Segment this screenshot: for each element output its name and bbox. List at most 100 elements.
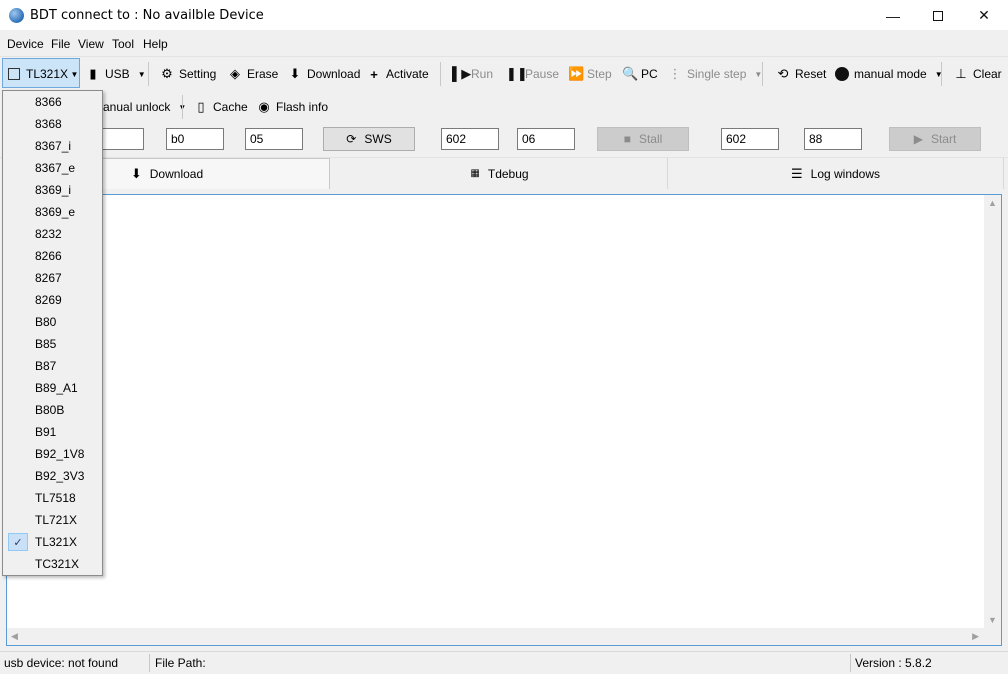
broom-icon: ⊥ — [955, 66, 967, 81]
unlock-select[interactable]: anual unlock ▼ — [103, 91, 186, 123]
pause-icon: ❚❚ — [506, 66, 528, 81]
start-button[interactable]: ▶ Start — [889, 127, 981, 151]
vertical-scrollbar[interactable]: ▲ ▼ — [984, 195, 1001, 628]
menu-view[interactable]: View — [78, 37, 104, 51]
memory-card-icon: ▯ — [197, 99, 205, 114]
dropdown-item[interactable]: 8266 — [4, 245, 102, 267]
field-602-b[interactable]: 602 — [721, 128, 779, 150]
debug-icon: ▦ — [470, 168, 480, 179]
dropdown-item[interactable]: 8366 — [4, 91, 102, 113]
dropdown-item-label: TL321X — [35, 535, 78, 549]
usb-status: usb device: not found — [4, 656, 119, 670]
usb-drive-icon: ▮ — [89, 66, 97, 81]
dropdown-item[interactable]: ✓ TL321X — [4, 531, 102, 553]
maximize-icon[interactable] — [915, 0, 961, 31]
horizontal-scrollbar[interactable]: ◀ ▶ — [7, 628, 1001, 645]
flash-info-button[interactable]: ◉ Flash info — [257, 91, 328, 123]
dropdown-item[interactable]: B87 — [4, 355, 102, 377]
dropdown-item[interactable]: B89_A1 — [4, 377, 102, 399]
dropdown-item[interactable]: 8269 — [4, 289, 102, 311]
checkmark-icon: ✓ — [8, 533, 28, 551]
download-icon: ⬇ — [130, 166, 142, 181]
field-602-a[interactable]: 602 — [441, 128, 499, 150]
device-dropdown-menu: 8366 8368 8367_i 8367_e 8369_i 8369_e 8232 8266… — [2, 90, 103, 576]
step-icon: ⏩ — [568, 66, 585, 81]
tab-tdebug[interactable]: ▦ Tdebug — [332, 158, 668, 189]
tab-log-windows[interactable]: ☰ Log windows — [668, 158, 1004, 189]
secondary-toolbar: anual unlock ▼ ▯ Cache ◉ Flash info — [0, 91, 1008, 123]
sws-button[interactable]: ⟳ SWS — [323, 127, 415, 151]
menu-bar: Device File View Tool Help — [0, 31, 1008, 55]
menu-file[interactable]: File — [51, 37, 70, 51]
mode-icon — [835, 67, 849, 81]
status-separator — [149, 654, 150, 672]
dropdown-item-label: 8232 — [35, 227, 62, 241]
dropdown-item-label: B91 — [35, 425, 57, 439]
scroll-left-icon[interactable]: ◀ — [11, 631, 18, 642]
activate-button[interactable]: + Activate — [367, 57, 428, 91]
field-05[interactable]: 05 — [245, 128, 303, 150]
menu-tool[interactable]: Tool — [112, 37, 134, 51]
dropdown-item[interactable]: 8368 — [4, 113, 102, 135]
menu-help[interactable]: Help — [143, 37, 168, 51]
status-separator — [850, 654, 851, 672]
interface-select[interactable]: ▮ USB ▼ — [86, 57, 146, 91]
dropdown-item[interactable]: B80 — [4, 311, 102, 333]
pc-button[interactable]: 🔍 PC — [622, 57, 658, 91]
dropdown-item[interactable]: 8367_i — [4, 135, 102, 157]
output-area[interactable]: ▲ ▼ ◀ ▶ — [6, 194, 1002, 646]
download-button[interactable]: ⬇ Download — [288, 57, 361, 91]
dropdown-item[interactable]: 8232 — [4, 223, 102, 245]
dropdown-item[interactable]: 8369_e — [4, 201, 102, 223]
chip-icon — [8, 68, 20, 80]
field-88[interactable]: 88 — [804, 128, 862, 150]
dropdown-item-label: TL721X — [35, 513, 78, 527]
toolbar-separator — [762, 62, 763, 86]
plus-icon: + — [370, 66, 378, 82]
dropdown-item[interactable]: TL7518 — [4, 487, 102, 509]
scroll-up-icon[interactable]: ▲ — [988, 198, 997, 208]
list-icon: ☰ — [790, 165, 803, 181]
dropdown-item-label: 8366 — [35, 95, 62, 109]
dropdown-item-label: 8368 — [35, 117, 62, 131]
dropdown-item[interactable]: B80B — [4, 399, 102, 421]
erase-button[interactable]: ◈ Erase — [228, 57, 278, 91]
status-bar: usb device: not found File Path: Version… — [0, 651, 1008, 674]
dropdown-item-label: 8367_e — [35, 161, 76, 175]
dropdown-item[interactable]: 8367_e — [4, 157, 102, 179]
field-b0[interactable]: b0 — [166, 128, 224, 150]
single-step-button[interactable]: ⋮ Single step ▼ — [668, 57, 763, 91]
toolbar-separator — [182, 95, 183, 119]
stall-button[interactable]: ■ Stall — [597, 127, 689, 151]
dropdown-item[interactable]: TC321X — [4, 553, 102, 575]
setting-button[interactable]: ⚙ Setting — [160, 57, 216, 91]
close-icon[interactable]: ✕ — [961, 0, 1007, 31]
dropdown-item[interactable]: TL721X — [4, 509, 102, 531]
window-title: BDT connect to : No availble Device — [30, 8, 264, 23]
dropdown-item[interactable]: B85 — [4, 333, 102, 355]
dropdown-item[interactable]: B92_3V3 — [4, 465, 102, 487]
dropdown-item[interactable]: 8267 — [4, 267, 102, 289]
run-button[interactable]: ▌▶ Run — [452, 57, 493, 91]
pause-button[interactable]: ❚❚ Pause — [506, 57, 559, 91]
minimize-icon[interactable]: — — [870, 0, 916, 31]
dropdown-item[interactable]: B92_1V8 — [4, 443, 102, 465]
dropdown-item[interactable]: B91 — [4, 421, 102, 443]
dropdown-item-label: 8266 — [35, 249, 62, 263]
chevron-down-icon: ▼ — [137, 69, 146, 79]
register-row: b0 05 ⟳ SWS 602 06 ■ Stall 602 88 ▶ Star… — [0, 123, 1008, 156]
field-06[interactable]: 06 — [517, 128, 575, 150]
mode-select[interactable]: manual mode ▼ — [835, 57, 943, 91]
dropdown-item-label: B80 — [35, 315, 57, 329]
scroll-down-icon[interactable]: ▼ — [988, 615, 997, 625]
menu-device[interactable]: Device — [7, 37, 44, 51]
scroll-right-icon[interactable]: ▶ — [972, 631, 979, 642]
device-select-label[interactable]: TL321X — [8, 57, 68, 91]
reset-button[interactable]: ⟲ Reset — [776, 57, 827, 91]
main-toolbar: TL321X ▼ ▮ USB ▼ ⚙ Setting ◈ Erase ⬇ Dow… — [0, 56, 1008, 90]
device-dropdown-arrow-icon[interactable]: ▼ — [69, 57, 80, 91]
step-button[interactable]: ⏩ Step — [568, 57, 612, 91]
cache-button[interactable]: ▯ Cache — [194, 91, 247, 123]
dropdown-item[interactable]: 8369_i — [4, 179, 102, 201]
clear-button[interactable]: ⊥ Clear — [954, 57, 1001, 91]
